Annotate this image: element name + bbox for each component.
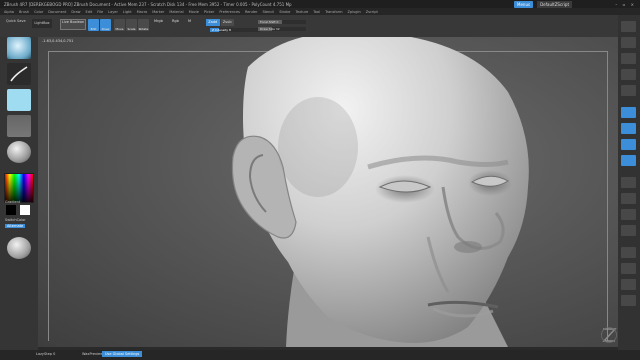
rgb-button[interactable]: Rgb bbox=[172, 19, 179, 23]
xyz-button[interactable] bbox=[621, 155, 636, 166]
zadd-button[interactable]: Zadd bbox=[206, 19, 220, 26]
menu-texture[interactable]: Texture bbox=[295, 10, 308, 14]
menus-button[interactable]: Menus bbox=[514, 0, 534, 8]
focal-shift-slider[interactable]: Focal Shift 0 bbox=[258, 20, 306, 24]
menu-alpha[interactable]: Alpha bbox=[4, 10, 14, 14]
gradient-label[interactable]: Gradient bbox=[5, 200, 20, 204]
temple-shade bbox=[278, 97, 358, 197]
focal-shift-label: Focal Shift 0 bbox=[260, 20, 279, 24]
menu-brush[interactable]: Brush bbox=[19, 10, 29, 14]
lazy-step-label[interactable]: LazyStep 0 bbox=[36, 352, 55, 356]
m-button[interactable]: M bbox=[188, 19, 191, 23]
menu-picker[interactable]: Picker bbox=[204, 10, 214, 14]
menu-draw[interactable]: Draw bbox=[71, 10, 80, 14]
move-view-button[interactable] bbox=[621, 193, 636, 204]
edit-mode-button[interactable]: Edit bbox=[88, 19, 99, 31]
bpr-button[interactable] bbox=[621, 21, 636, 32]
menu-macro[interactable]: Macro bbox=[137, 10, 148, 14]
bottom-bar: LazyStep 0 WaxPreview Use Global Setting… bbox=[0, 350, 640, 360]
menu-edit[interactable]: Edit bbox=[86, 10, 93, 14]
alpha-icon[interactable] bbox=[7, 89, 31, 111]
menu-zplugin[interactable]: Zplugin bbox=[347, 10, 360, 14]
quicksave-button[interactable]: Quick Save bbox=[6, 19, 26, 23]
zoom-button[interactable] bbox=[621, 69, 636, 80]
alternate-label[interactable]: Alternate bbox=[5, 224, 26, 228]
persp-button[interactable] bbox=[621, 107, 636, 118]
draw-mode-button[interactable]: Draw bbox=[100, 19, 111, 31]
spix-button[interactable] bbox=[621, 37, 636, 48]
use-global-settings-button[interactable]: Use Global Settings bbox=[102, 351, 143, 357]
draw-size-label: Draw Size 32 bbox=[260, 27, 280, 31]
draw-size-slider[interactable]: Draw Size 32 bbox=[258, 27, 306, 31]
window-controls[interactable]: – ▫ × bbox=[615, 2, 636, 7]
lightbox-button[interactable]: LightBox bbox=[32, 19, 52, 28]
right-tray bbox=[618, 15, 640, 350]
secondary-color-swatch[interactable] bbox=[20, 205, 30, 215]
sculpt-head-model[interactable] bbox=[38, 37, 618, 347]
material-icon[interactable] bbox=[7, 141, 31, 163]
rotate-view-button[interactable] bbox=[621, 225, 636, 236]
menu-zscript[interactable]: Zscript bbox=[366, 10, 378, 14]
menu-transform[interactable]: Transform bbox=[325, 10, 342, 14]
texture-icon[interactable] bbox=[7, 115, 31, 137]
menu-color[interactable]: Color bbox=[34, 10, 43, 14]
title-bar: ZBrush 4R7 [DEREKGEBOGD PRO] ZBrush Docu… bbox=[0, 0, 640, 8]
menu-light[interactable]: Light bbox=[123, 10, 132, 14]
menu-stroke[interactable]: Stroke bbox=[279, 10, 290, 14]
menu-render[interactable]: Render bbox=[245, 10, 257, 14]
menu-tool[interactable]: Tool bbox=[313, 10, 320, 14]
menu-file[interactable]: File bbox=[97, 10, 103, 14]
edit-mode-label: Edit bbox=[90, 27, 97, 31]
menu-movie[interactable]: Movie bbox=[189, 10, 199, 14]
document-canvas[interactable]: -1.63,0.434,0.751 bbox=[38, 37, 618, 347]
zoom3d-button[interactable] bbox=[621, 209, 636, 220]
transp-button[interactable] bbox=[621, 263, 636, 274]
z-intensity-label: Z Intensity 8 bbox=[212, 28, 231, 32]
main-color-swatch[interactable] bbox=[6, 205, 16, 215]
scale-mode-button[interactable]: Scale bbox=[126, 19, 137, 31]
floor-button[interactable] bbox=[621, 123, 636, 134]
matcap-preview-icon[interactable] bbox=[7, 237, 31, 259]
menu-bar: Alpha Brush Color Document Draw Edit Fil… bbox=[0, 8, 640, 15]
standard-brush-icon[interactable] bbox=[7, 37, 31, 59]
move-mode-label: Move bbox=[115, 27, 124, 31]
menu-material[interactable]: Material bbox=[169, 10, 183, 14]
xpose-button[interactable] bbox=[621, 295, 636, 306]
scale-mode-label: Scale bbox=[127, 27, 136, 31]
switchcolor-label[interactable]: SwitchColor bbox=[5, 218, 26, 222]
menu-layer[interactable]: Layer bbox=[108, 10, 118, 14]
stroke-icon[interactable] bbox=[7, 63, 31, 85]
scroll-button[interactable] bbox=[621, 53, 636, 64]
mrgb-button[interactable]: Mrgb bbox=[154, 19, 163, 23]
default-zscript-button[interactable]: DefaultZScript bbox=[537, 0, 573, 8]
pixologic-logo-icon bbox=[601, 327, 617, 343]
live-boolean-button[interactable]: Live Boolean bbox=[60, 19, 86, 30]
window-title: ZBrush 4R7 [DEREKGEBOGD PRO] ZBrush Docu… bbox=[4, 1, 292, 7]
zsub-button[interactable]: Zsub bbox=[220, 19, 234, 26]
color-picker[interactable] bbox=[4, 173, 34, 203]
local-button[interactable] bbox=[621, 139, 636, 150]
zadd-zsub-toggle: Zadd Zsub bbox=[206, 19, 234, 26]
linefill-button[interactable] bbox=[621, 247, 636, 258]
nostril-shade bbox=[454, 241, 482, 253]
stroke-icon-shape bbox=[10, 66, 28, 82]
wax-preview-label[interactable]: WaxPreview bbox=[82, 352, 103, 356]
menu-preferences[interactable]: Preferences bbox=[219, 10, 240, 14]
rotate-mode-label: Rotate bbox=[138, 27, 149, 31]
rotate-mode-button[interactable]: Rotate bbox=[138, 19, 149, 31]
frame-button[interactable] bbox=[621, 177, 636, 188]
solo-button[interactable] bbox=[621, 279, 636, 290]
draw-mode-label: Draw bbox=[101, 27, 110, 31]
move-mode-button[interactable]: Move bbox=[114, 19, 125, 31]
menu-document[interactable]: Document bbox=[48, 10, 66, 14]
z-intensity-slider[interactable]: Z Intensity 8 bbox=[210, 28, 260, 32]
actual-button[interactable] bbox=[621, 85, 636, 96]
menu-stencil[interactable]: Stencil bbox=[262, 10, 274, 14]
menu-marker[interactable]: Marker bbox=[152, 10, 164, 14]
left-tray: Gradient SwitchColor Alternate bbox=[0, 37, 38, 350]
